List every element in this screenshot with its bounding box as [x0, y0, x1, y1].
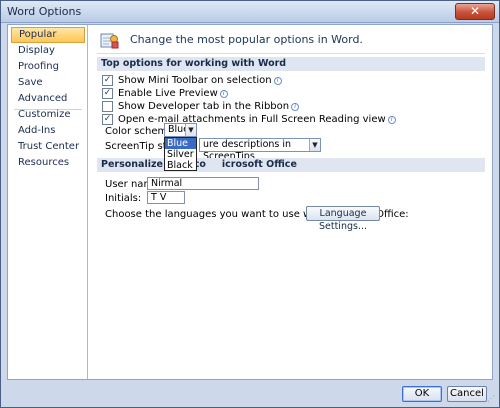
live-preview-label: Enable Live Preview	[118, 88, 218, 99]
language-settings-button[interactable]: Language Settings...	[306, 206, 380, 232]
dialog-content: Popular Display Proofing Save Advanced C…	[7, 24, 493, 380]
section-personalize: Personalize your co icrosoft Office	[97, 158, 485, 172]
header-divider	[97, 53, 485, 54]
sidebar-item-advanced[interactable]: Advanced	[11, 91, 85, 107]
sidebar-item-add-ins[interactable]: Add-Ins	[11, 123, 85, 139]
close-button[interactable]: ✕	[455, 3, 495, 20]
resize-grip-icon[interactable]: ⋰	[487, 395, 497, 405]
window-title: Word Options	[7, 5, 82, 18]
mini-toolbar-label: Show Mini Toolbar on selection	[118, 75, 272, 86]
category-sidebar: Popular Display Proofing Save Advanced C…	[8, 25, 88, 379]
info-icon[interactable]: i	[291, 103, 300, 111]
sidebar-item-display[interactable]: Display	[11, 43, 85, 59]
color-scheme-dropdown: Blue Silver Black	[164, 137, 197, 171]
developer-tab-label: Show Developer tab in the Ribbon	[118, 101, 290, 112]
email-fullscreen-label: Open e-mail attachments in Full Screen R…	[118, 114, 386, 125]
screentip-select[interactable]: ure descriptions in ScreenTips ▼	[199, 138, 321, 162]
main-pane: Change the most popular options in Word.…	[89, 25, 492, 379]
word-options-dialog: Word Options ✕ Popular Display Proofing …	[0, 0, 500, 408]
sidebar-item-popular[interactable]: Popular	[11, 27, 85, 43]
section-top-options: Top options for working with Word	[97, 57, 485, 71]
dropdown-option-silver[interactable]: Silver	[165, 149, 196, 160]
initials-label: Initials:	[105, 193, 142, 204]
page-header-text: Change the most popular options in Word.	[130, 33, 363, 46]
chevron-down-icon[interactable]: ▼	[309, 139, 320, 151]
sidebar-item-resources[interactable]: Resources	[11, 155, 85, 171]
sidebar-item-proofing[interactable]: Proofing	[11, 59, 85, 75]
options-icon	[100, 33, 119, 49]
personalize-heading-right: icrosoft Office	[221, 159, 297, 170]
sidebar-item-customize[interactable]: Customize	[11, 107, 85, 123]
color-scheme-select[interactable]: Blue ▼	[164, 123, 197, 137]
ok-button[interactable]: OK	[402, 386, 442, 402]
email-fullscreen-checkbox[interactable]: ✓	[102, 114, 113, 125]
live-preview-checkbox[interactable]: ✓	[102, 88, 113, 99]
title-bar[interactable]: Word Options ✕	[1, 1, 499, 23]
developer-tab-checkbox[interactable]	[102, 101, 113, 112]
info-icon[interactable]: i	[273, 77, 282, 85]
dropdown-option-black[interactable]: Black	[165, 160, 196, 171]
dropdown-option-blue[interactable]: Blue	[165, 138, 196, 149]
info-icon[interactable]: i	[219, 90, 228, 98]
cancel-button[interactable]: Cancel	[447, 386, 487, 402]
info-icon[interactable]: i	[387, 116, 396, 124]
sidebar-item-trust-center[interactable]: Trust Center	[11, 139, 85, 155]
sidebar-item-save[interactable]: Save	[11, 75, 85, 91]
initials-input[interactable]: T V	[147, 191, 185, 204]
user-name-input[interactable]: Nirmal	[147, 177, 259, 190]
chevron-down-icon[interactable]: ▼	[185, 124, 196, 136]
mini-toolbar-checkbox[interactable]: ✓	[102, 75, 113, 86]
